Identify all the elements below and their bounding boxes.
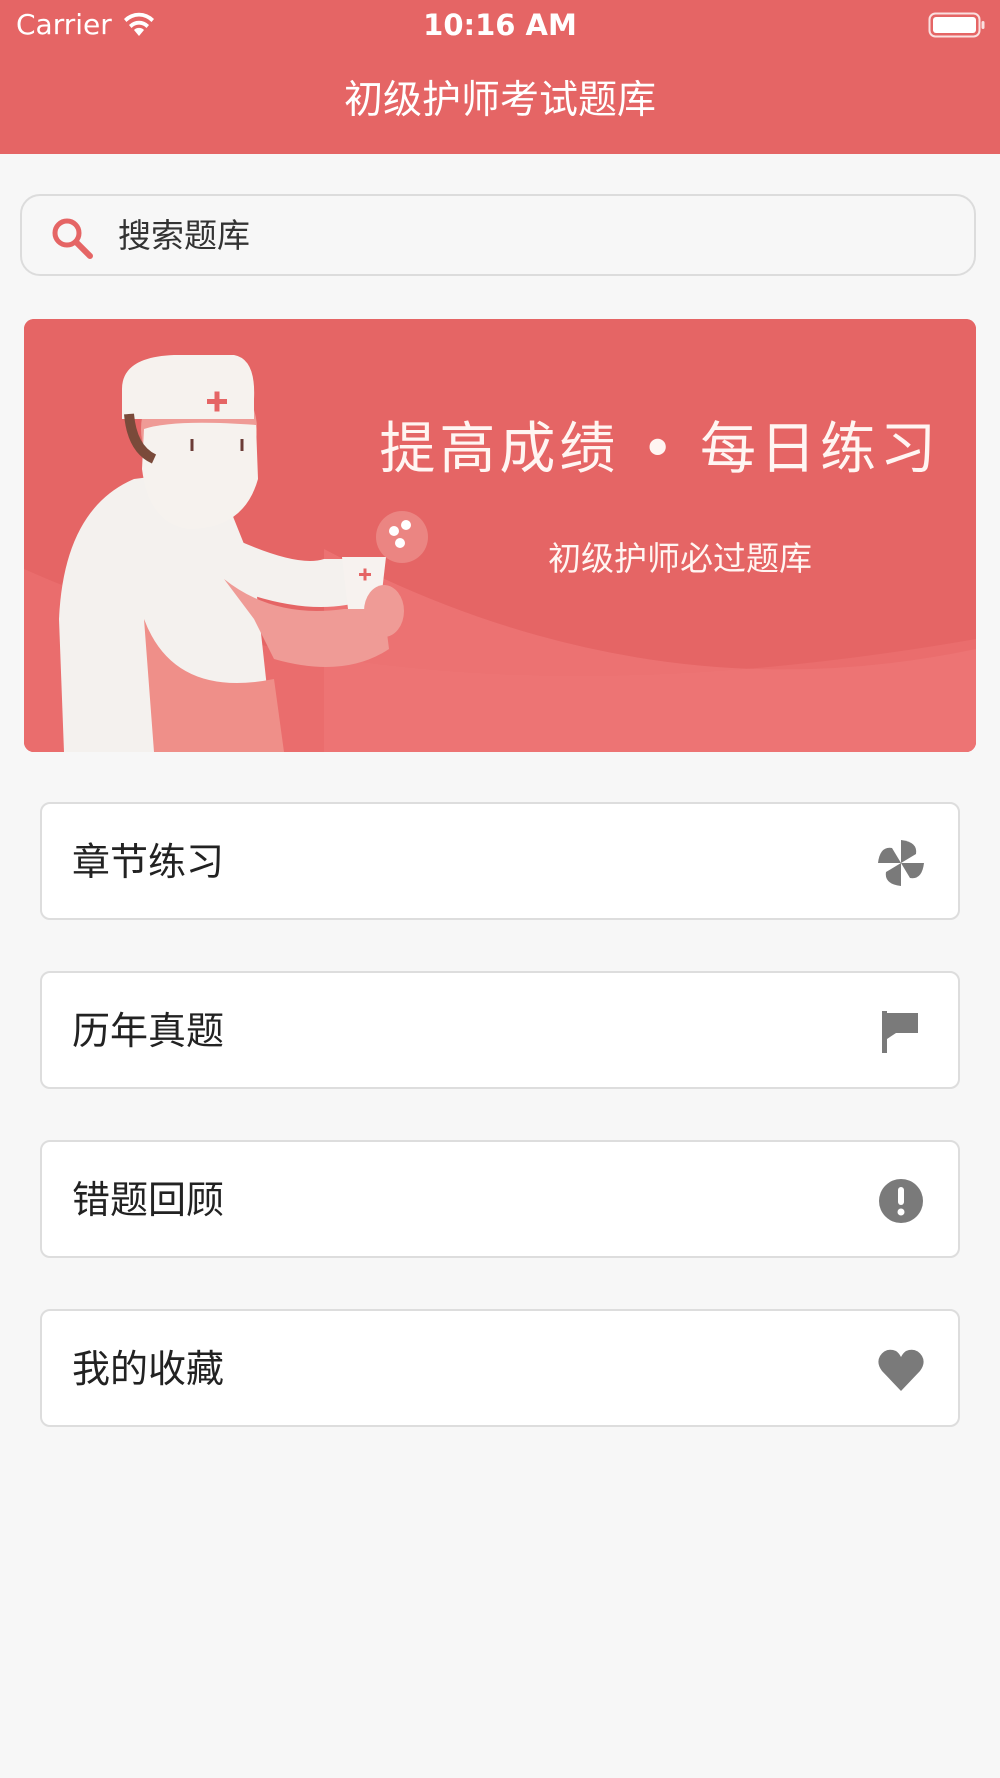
search-input[interactable]: 搜索题库 bbox=[20, 194, 976, 276]
status-time: 10:16 AM bbox=[423, 8, 577, 42]
pinwheel-icon bbox=[878, 840, 924, 886]
flag-icon bbox=[882, 1011, 918, 1053]
banner-subtitle: 初级护师必过题库 bbox=[548, 539, 812, 578]
exclamation-icon bbox=[879, 1179, 923, 1223]
promo-banner[interactable]: 提高成绩 • 每日练习 初级护师必过题库 bbox=[24, 319, 976, 752]
app-screen: Carrier 10:16 AM 初级护师考试题库 搜索题库 提高成绩 • 每日… bbox=[0, 0, 1000, 1778]
menu-item-label: 章节练习 bbox=[72, 840, 225, 884]
search-placeholder: 搜索题库 bbox=[118, 216, 250, 255]
header: Carrier 10:16 AM 初级护师考试题库 bbox=[0, 0, 1000, 154]
menu-item-label: 历年真题 bbox=[72, 1009, 225, 1053]
menu-item-label: 错题回顾 bbox=[72, 1178, 225, 1222]
page-title: 初级护师考试题库 bbox=[343, 78, 656, 123]
menu-item-mistake-review[interactable]: 错题回顾 bbox=[40, 1140, 960, 1258]
battery-icon bbox=[928, 12, 985, 38]
menu-item-favorites[interactable]: 我的收藏 bbox=[40, 1309, 960, 1427]
menu-item-chapter-practice[interactable]: 章节练习 bbox=[40, 802, 960, 920]
menu-item-past-exams[interactable]: 历年真题 bbox=[40, 971, 960, 1089]
status-bar: Carrier 10:16 AM bbox=[0, 0, 1000, 50]
heart-icon bbox=[878, 1349, 924, 1391]
menu-item-label: 我的收藏 bbox=[72, 1347, 225, 1391]
nurse-illustration bbox=[24, 319, 976, 752]
search-icon bbox=[52, 218, 93, 259]
banner-heading: 提高成绩 • 每日练习 bbox=[379, 417, 940, 482]
